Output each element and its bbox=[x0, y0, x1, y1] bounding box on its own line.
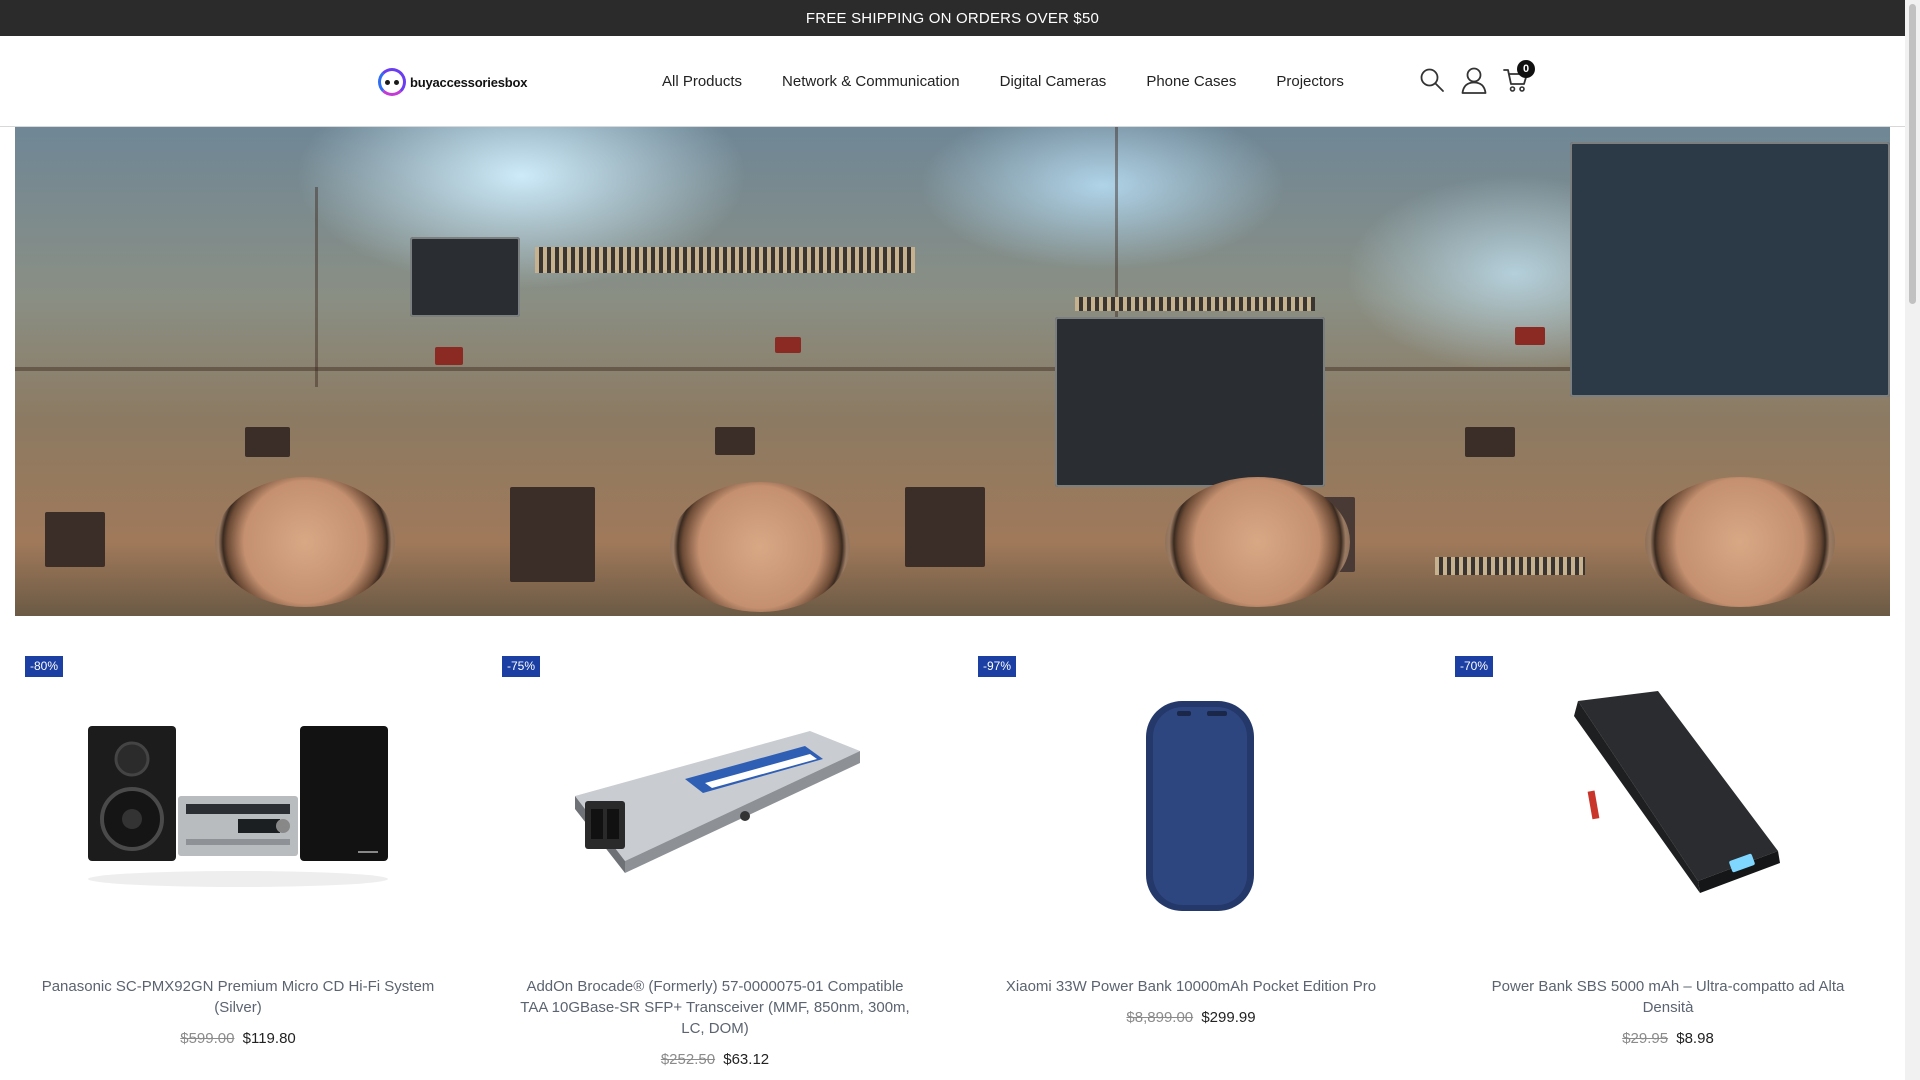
product-image-hifi-system[interactable] bbox=[15, 646, 461, 946]
product-price: $599.00 $119.80 bbox=[15, 1030, 461, 1047]
product-card[interactable]: -75% AddOn Brocade® (Formerly) 57-000007… bbox=[492, 646, 938, 1080]
product-old-price: $29.95 bbox=[1622, 1030, 1669, 1047]
product-old-price: $599.00 bbox=[180, 1030, 235, 1047]
product-title[interactable]: Xiaomi 33W Power Bank 10000mAh Pocket Ed… bbox=[988, 976, 1394, 997]
product-old-price: $8,899.00 bbox=[1126, 1009, 1194, 1026]
scrollbar-thumb[interactable] bbox=[1909, 4, 1916, 304]
product-title[interactable]: Panasonic SC-PMX92GN Premium Micro CD Hi… bbox=[35, 976, 441, 1018]
product-title[interactable]: AddOn Brocade® (Formerly) 57-0000075-01 … bbox=[512, 976, 918, 1039]
discount-badge: -70% bbox=[1455, 656, 1494, 677]
product-sale-price: $119.80 bbox=[242, 1030, 296, 1047]
cart-icon[interactable]: 0 bbox=[1503, 60, 1535, 94]
product-price: $29.95 $8.98 bbox=[1445, 1030, 1891, 1047]
user-icon[interactable] bbox=[1461, 66, 1487, 94]
nav-projectors[interactable]: Projectors bbox=[1276, 73, 1344, 90]
logo-icon bbox=[378, 68, 406, 96]
product-image-sbs-power-bank[interactable] bbox=[1445, 646, 1891, 946]
product-price: $8,899.00 $299.99 bbox=[968, 1009, 1414, 1026]
header-actions: 0 bbox=[1419, 60, 1535, 94]
product-sale-price: $8.98 bbox=[1676, 1030, 1714, 1047]
cart-count-badge: 0 bbox=[1517, 60, 1535, 78]
product-card[interactable]: -97% Xiaomi 33W Power Bank 10000mAh Pock… bbox=[968, 646, 1414, 1080]
product-price: $252.50 $63.12 bbox=[492, 1051, 938, 1068]
nav-network-communication[interactable]: Network & Communication bbox=[782, 73, 960, 90]
page-scrollbar[interactable] bbox=[1905, 0, 1920, 1080]
product-image-xiaomi-power-bank[interactable] bbox=[968, 646, 1414, 946]
discount-badge: -75% bbox=[502, 656, 541, 677]
product-sale-price: $299.99 bbox=[1201, 1009, 1256, 1026]
search-icon[interactable] bbox=[1419, 66, 1445, 94]
main-nav: All Products Network & Communication Dig… bbox=[662, 36, 1384, 127]
product-card[interactable]: -80% Panasonic SC-PMX92GN Premium Micro … bbox=[15, 646, 461, 1080]
product-image-sfp-transceiver[interactable] bbox=[492, 646, 938, 946]
promo-bar: FREE SHIPPING ON ORDERS OVER $50 bbox=[0, 0, 1905, 36]
discount-badge: -80% bbox=[25, 656, 64, 677]
promo-text: FREE SHIPPING ON ORDERS OVER $50 bbox=[805, 9, 1100, 27]
site-header: buyaccessoriesbox All Products Network &… bbox=[0, 36, 1905, 127]
site-logo[interactable]: buyaccessoriesbox bbox=[378, 68, 527, 96]
nav-all-products[interactable]: All Products bbox=[662, 73, 742, 90]
product-old-price: $252.50 bbox=[660, 1051, 716, 1068]
nav-digital-cameras[interactable]: Digital Cameras bbox=[1000, 73, 1107, 90]
hero-banner-image bbox=[15, 127, 1890, 616]
nav-phone-cases[interactable]: Phone Cases bbox=[1146, 73, 1236, 90]
product-card[interactable]: -70% Power Bank SBS 5000 mAh – Ultra-com… bbox=[1445, 646, 1891, 1080]
product-title[interactable]: Power Bank SBS 5000 mAh – Ultra-compatto… bbox=[1465, 976, 1871, 1018]
product-grid: -80% Panasonic SC-PMX92GN Premium Micro … bbox=[15, 646, 1905, 1080]
product-sale-price: $63.12 bbox=[723, 1051, 770, 1068]
logo-text: buyaccessoriesbox bbox=[410, 74, 528, 90]
discount-badge: -97% bbox=[978, 656, 1017, 677]
